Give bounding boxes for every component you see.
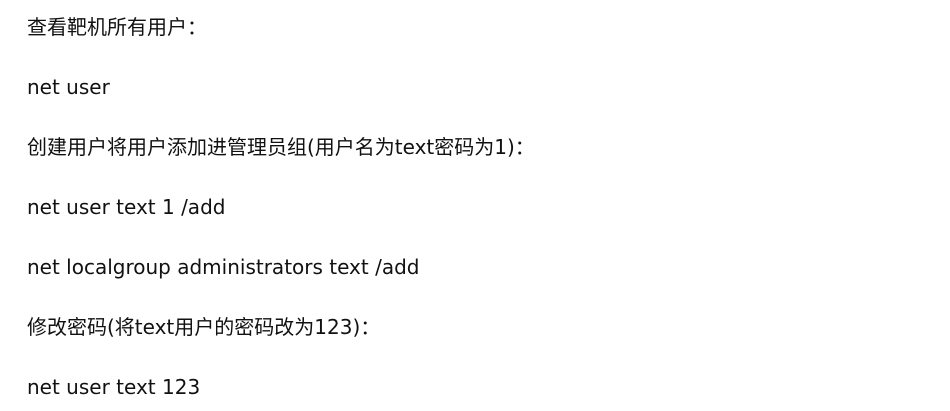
command-net-user: net user <box>27 75 110 99</box>
command-add-user: net user text 1 /add <box>27 195 226 219</box>
command-change-password: net user text 123 <box>27 375 201 399</box>
heading-change-password: 修改密码(将text用户的密码改为123)： <box>27 315 381 339</box>
command-add-to-administrators: net localgroup administrators text /add <box>27 255 420 279</box>
heading-view-all-users: 查看靶机所有用户： <box>27 15 207 39</box>
document-body: 查看靶机所有用户： net user 创建用户将用户添加进管理员组(用户名为te… <box>27 0 927 411</box>
heading-create-admin-user: 创建用户将用户添加进管理员组(用户名为text密码为1)： <box>27 135 535 159</box>
